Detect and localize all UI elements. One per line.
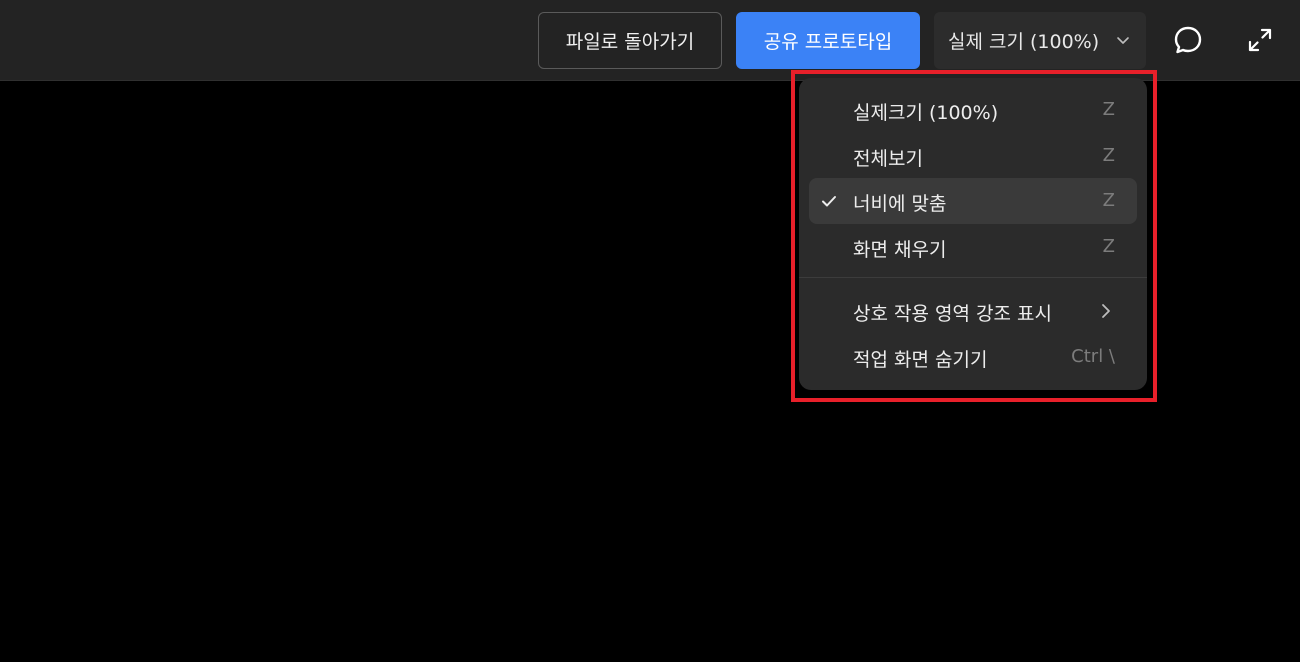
comment-button[interactable] (1168, 20, 1208, 60)
share-prototype-button[interactable]: 공유 프로토타입 (736, 12, 920, 69)
zoom-select-label: 실제 크기 (100%) (948, 31, 1100, 53)
menu-item-shortcut: Z (1102, 99, 1115, 120)
menu-item-actual-size[interactable]: 실제크기 (100%) Z (809, 87, 1137, 133)
menu-item-fit-width[interactable]: 너비에 맞춤 Z (809, 178, 1137, 224)
zoom-select[interactable]: 실제 크기 (100%) (934, 12, 1146, 69)
zoom-dropdown-menu: 실제크기 (100%) Z 전체보기 Z 너비에 맞춤 Z 화면 채우기 Z 상… (799, 78, 1147, 390)
top-toolbar: 파일로 돌아가기 공유 프로토타입 실제 크기 (100%) (0, 0, 1300, 81)
menu-item-hide-ui[interactable]: 적업 화면 숨기기 Ctrl \ (809, 334, 1137, 380)
menu-divider (799, 277, 1147, 278)
menu-item-shortcut: Z (1102, 190, 1115, 211)
chevron-down-icon (1117, 37, 1129, 44)
menu-item-label: 화면 채우기 (853, 239, 947, 261)
menu-item-shortcut: Z (1102, 236, 1115, 257)
expand-fullscreen-icon (1248, 28, 1272, 52)
menu-item-shortcut: Ctrl \ (1071, 346, 1115, 367)
menu-item-fill-screen[interactable]: 화면 채우기 Z (809, 224, 1137, 270)
back-to-file-button[interactable]: 파일로 돌아가기 (538, 12, 722, 69)
check-icon (822, 196, 836, 207)
menu-item-highlight-hotspots[interactable]: 상호 작용 영역 강조 표시 (809, 288, 1137, 334)
chevron-right-icon (1102, 304, 1110, 318)
menu-item-label: 상호 작용 영역 강조 표시 (853, 303, 1052, 325)
menu-item-label: 실제크기 (100%) (853, 102, 999, 124)
menu-item-label: 너비에 맞춤 (853, 193, 947, 215)
expand-button[interactable] (1240, 20, 1280, 60)
menu-item-label: 전체보기 (853, 148, 923, 170)
menu-item-shortcut: Z (1102, 145, 1115, 166)
menu-item-label: 적업 화면 숨기기 (853, 349, 988, 371)
menu-item-fit-all[interactable]: 전체보기 Z (809, 133, 1137, 179)
comment-bubble-icon (1174, 26, 1202, 54)
